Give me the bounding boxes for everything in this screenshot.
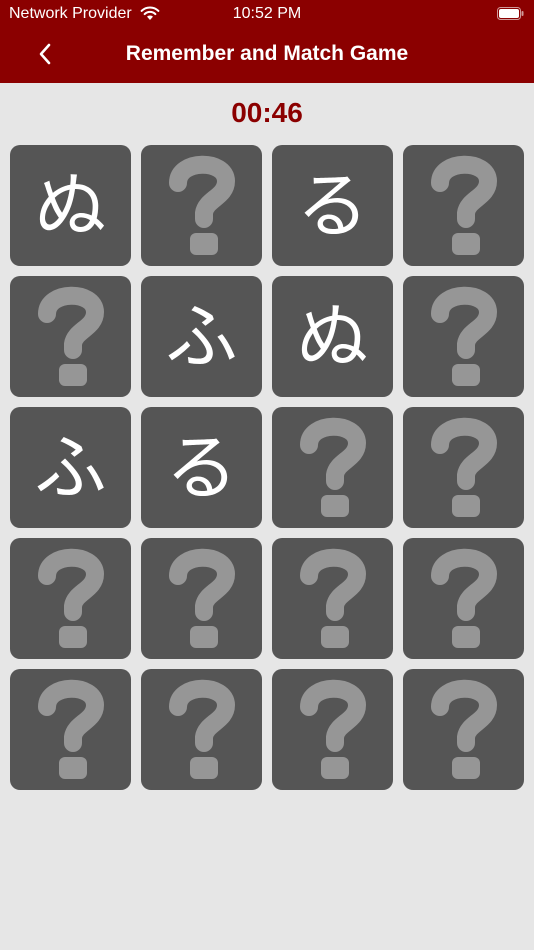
game-timer: 00:46 bbox=[231, 97, 303, 128]
memory-card[interactable] bbox=[10, 276, 131, 397]
memory-card[interactable] bbox=[272, 407, 393, 528]
question-mark-icon bbox=[37, 286, 104, 386]
question-mark-icon bbox=[168, 548, 235, 648]
memory-card[interactable] bbox=[403, 407, 524, 528]
nav-bar: Remember and Match Game bbox=[0, 30, 534, 80]
question-mark-icon bbox=[168, 155, 235, 255]
memory-card[interactable]: ぬ bbox=[10, 145, 131, 266]
memory-card[interactable]: ぬ bbox=[272, 276, 393, 397]
memory-card[interactable] bbox=[403, 276, 524, 397]
memory-card[interactable] bbox=[141, 145, 262, 266]
question-mark-icon bbox=[299, 679, 366, 779]
card-symbol: ふ bbox=[165, 294, 238, 379]
card-symbol: る bbox=[296, 163, 369, 248]
memory-card[interactable] bbox=[272, 538, 393, 659]
memory-card[interactable]: ふ bbox=[10, 407, 131, 528]
question-mark-icon bbox=[37, 679, 104, 779]
card-grid: ぬるふぬふる bbox=[10, 145, 524, 790]
question-mark-icon bbox=[430, 679, 497, 779]
memory-card[interactable] bbox=[10, 538, 131, 659]
memory-card[interactable] bbox=[141, 669, 262, 790]
question-mark-icon bbox=[299, 548, 366, 648]
status-bar: Network Provider 10:52 PM bbox=[0, 0, 534, 28]
memory-card[interactable] bbox=[141, 538, 262, 659]
page-title: Remember and Match Game bbox=[125, 42, 409, 65]
question-mark-icon bbox=[430, 417, 497, 517]
memory-card[interactable]: る bbox=[141, 407, 262, 528]
status-time: 10:52 PM bbox=[232, 5, 302, 22]
header: Network Provider 10:52 PM Remember and M… bbox=[0, 0, 534, 83]
card-symbol: ぬ bbox=[34, 163, 107, 248]
card-symbol: ぬ bbox=[296, 294, 369, 379]
memory-card[interactable] bbox=[403, 145, 524, 266]
card-symbol: る bbox=[165, 425, 238, 510]
battery-icon bbox=[497, 7, 524, 20]
question-mark-icon bbox=[430, 286, 497, 386]
memory-card[interactable] bbox=[272, 669, 393, 790]
question-mark-icon bbox=[37, 548, 104, 648]
question-mark-icon bbox=[430, 548, 497, 648]
card-symbol: ふ bbox=[34, 425, 107, 510]
question-mark-icon bbox=[430, 155, 497, 255]
memory-card[interactable] bbox=[403, 669, 524, 790]
memory-card[interactable]: る bbox=[272, 145, 393, 266]
question-mark-icon bbox=[299, 417, 366, 517]
memory-card[interactable]: ふ bbox=[141, 276, 262, 397]
question-mark-icon bbox=[168, 679, 235, 779]
memory-card[interactable] bbox=[10, 669, 131, 790]
memory-card[interactable] bbox=[403, 538, 524, 659]
